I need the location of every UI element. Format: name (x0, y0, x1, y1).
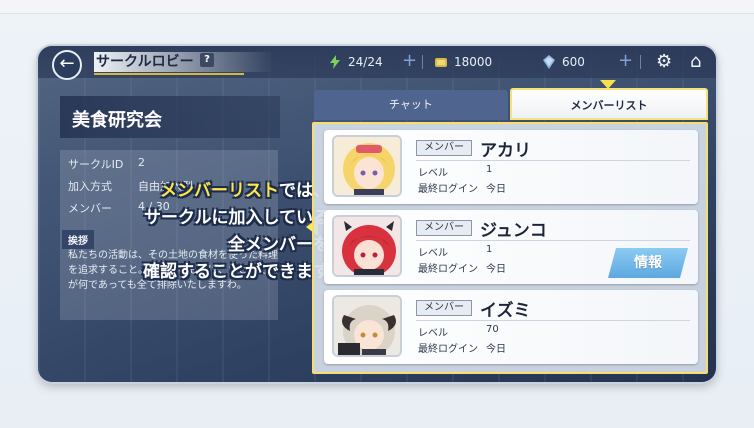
role-badge: メンバー (416, 300, 472, 316)
gem-display: 600 (542, 54, 585, 70)
caption-line4: 確認することができます (143, 262, 330, 282)
last-login-label: 最終ログイン (418, 344, 478, 355)
coin-value: 18000 (454, 55, 493, 69)
member-card-junko[interactable]: メンバー ジュンコ レベル 1 最終ログイン 今日 情報 (324, 210, 698, 284)
divider (416, 320, 690, 321)
last-login-value: 今日 (486, 264, 506, 275)
avatar (332, 295, 402, 357)
info-button[interactable]: 情報 (608, 248, 688, 278)
level-value: 1 (486, 164, 493, 175)
arrow-left-icon: ← (59, 53, 75, 74)
member-name: アカリ (480, 141, 531, 161)
last-login-value: 今日 (486, 344, 506, 355)
member-card-akari[interactable]: メンバー アカリ レベル 1 最終ログイン 今日 (324, 130, 698, 204)
tab-member-list[interactable]: メンバーリスト (510, 88, 708, 120)
stamina-display: 24/24 (328, 54, 383, 70)
stamina-value: 24/24 (348, 55, 383, 69)
help-icon[interactable]: ? (200, 53, 214, 67)
level-label: レベル (418, 168, 448, 179)
circle-name: 美食研究会 (60, 96, 280, 138)
member-name: ジュンコ (480, 221, 547, 241)
caption-line2: サークルに加入している (144, 208, 330, 228)
level-label: レベル (418, 328, 448, 339)
last-login-label: 最終ログイン (418, 264, 478, 275)
caption-line3: 全メンバーを (228, 235, 330, 255)
last-login-value: 今日 (486, 184, 506, 195)
add-stamina-button[interactable]: + (402, 50, 417, 71)
outer-top-strip (0, 0, 754, 14)
member-list[interactable]: メンバー アカリ レベル 1 最終ログイン 今日 メンバー ジュンコ レベル 1… (312, 122, 708, 374)
circle-id-value: 2 (138, 156, 145, 169)
gem-value: 600 (562, 55, 585, 69)
divider (416, 160, 690, 161)
role-badge: メンバー (416, 140, 472, 156)
outer-bottom-strip (0, 384, 754, 428)
page-title: サークルロビー (96, 54, 194, 70)
avatar (332, 215, 402, 277)
home-icon[interactable]: ⌂ (690, 51, 701, 72)
lightning-icon (330, 55, 340, 69)
add-gem-button[interactable]: + (618, 50, 633, 71)
divider (640, 55, 641, 69)
divider (416, 240, 690, 241)
role-badge: メンバー (416, 220, 472, 236)
tab-chat[interactable]: チャット (314, 90, 508, 120)
gear-icon[interactable]: ⚙ (656, 51, 672, 72)
coin-icon (435, 58, 447, 67)
tab-indicator-icon (600, 80, 616, 89)
level-label: レベル (418, 248, 448, 259)
level-value: 1 (486, 244, 493, 255)
title-underline (94, 73, 244, 75)
tutorial-caption: メンバーリストでは、 サークルに加入している 全メンバーを 確認することができま… (80, 178, 330, 286)
caption-highlight: メンバーリスト (160, 181, 279, 201)
gem-icon (543, 55, 555, 69)
game-frame: ← サークルロビー ? 24/24 + 18000 600 + ⚙ ⌂ 美食研究… (38, 46, 716, 382)
level-value: 70 (486, 324, 499, 335)
circle-id-label: サークルID (68, 158, 124, 171)
member-name: イズミ (480, 301, 531, 321)
back-button[interactable]: ← (52, 50, 82, 80)
divider (422, 55, 423, 69)
last-login-label: 最終ログイン (418, 184, 478, 195)
coin-display: 18000 (434, 54, 492, 70)
avatar (332, 135, 402, 197)
member-card-izumi[interactable]: メンバー イズミ レベル 70 最終ログイン 今日 (324, 290, 698, 364)
